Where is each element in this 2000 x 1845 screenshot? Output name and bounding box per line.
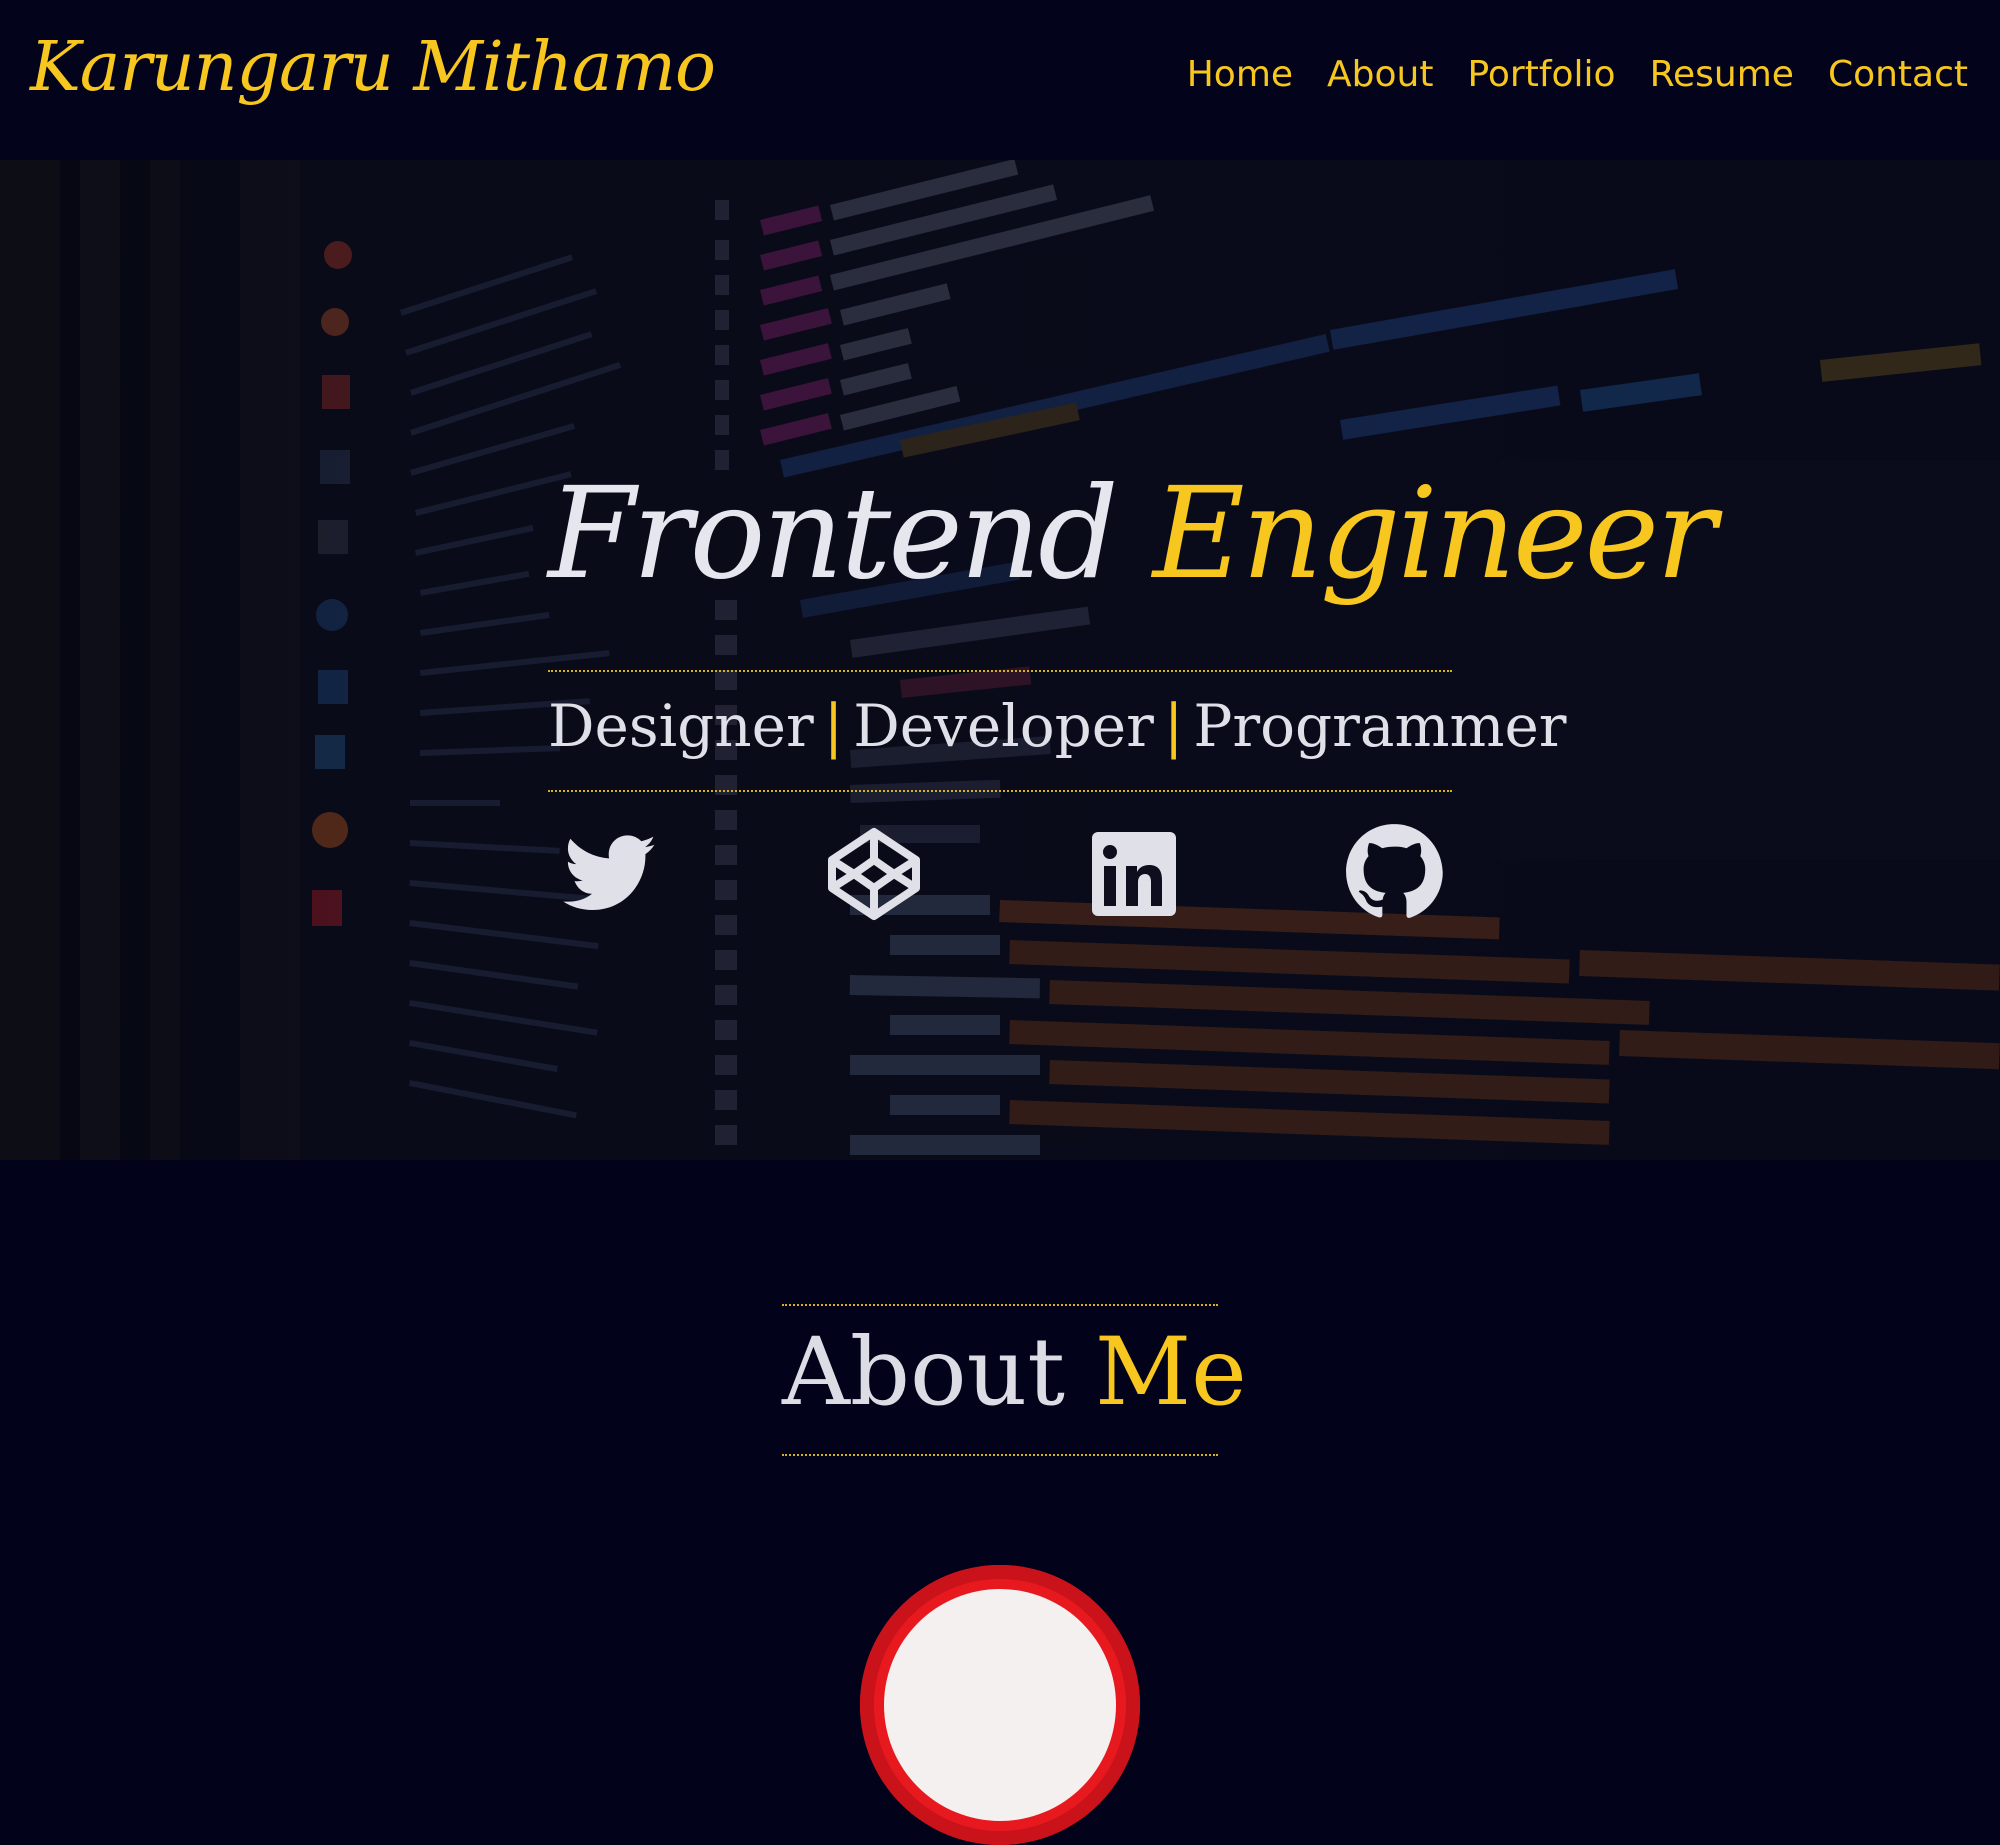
role-developer: Developer [853,692,1154,760]
role-programmer: Programmer [1193,692,1567,760]
role-separator: | [823,692,844,760]
hero-roles: Designer | Developer | Programmer [548,692,1567,760]
nav-links: Home About Portfolio Resume Contact [1187,54,1968,95]
nav-link-home[interactable]: Home [1187,54,1293,95]
about-divider-top [782,1304,1218,1306]
nav-link-about[interactable]: About [1327,54,1433,95]
nav-link-contact[interactable]: Contact [1828,54,1968,95]
nav-link-resume[interactable]: Resume [1650,54,1794,95]
nav-link-portfolio[interactable]: Portfolio [1467,54,1615,95]
role-separator: | [1163,692,1184,760]
hero-title-part2: Engineer [1152,460,1717,607]
brand-logo[interactable]: Karungaru Mithamo [30,28,716,107]
about-title: About Me [782,1318,1247,1427]
avatar [884,1589,1116,1821]
about-divider-bottom [782,1454,1218,1456]
about-title-part1: About [782,1318,1065,1427]
linkedin-icon[interactable] [1084,824,1184,924]
navbar: Karungaru Mithamo Home About Portfolio R… [0,0,2000,160]
hero-title: Frontend Engineer [548,460,1716,607]
codepen-icon[interactable] [824,824,924,924]
role-designer: Designer [548,692,814,760]
github-icon[interactable] [1344,822,1444,922]
hero-divider-bottom [548,790,1452,792]
twitter-icon[interactable] [560,825,660,925]
hero-overlay [0,160,2000,1160]
hero-section: Frontend Engineer Designer | Developer | Pro… [0,160,2000,1160]
about-title-part2: Me [1094,1318,1247,1427]
hero-divider-top [548,670,1452,672]
hero-title-part1: Frontend [548,460,1119,607]
